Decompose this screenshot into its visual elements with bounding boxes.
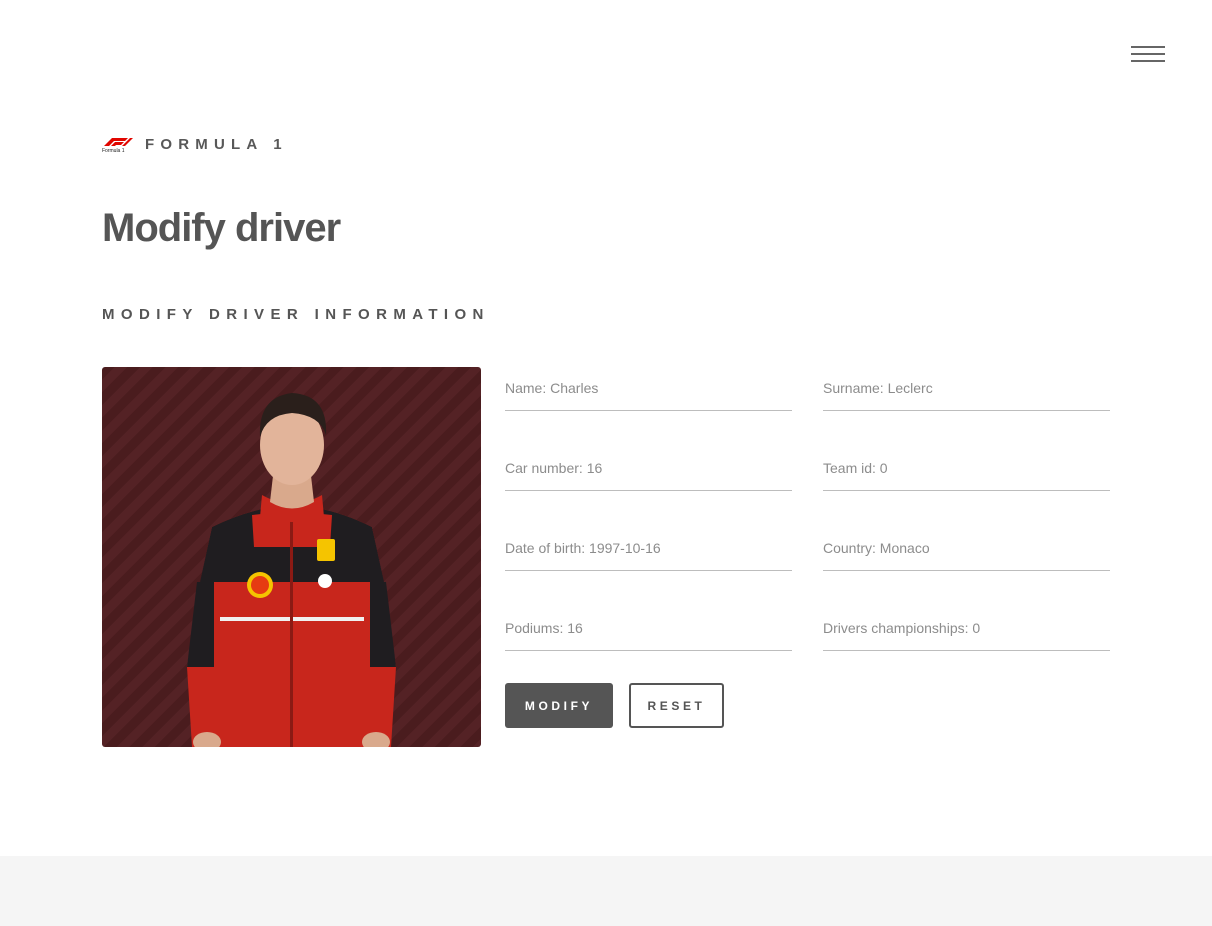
podiums-field-wrapper [505,607,792,651]
drivers-championships-input[interactable] [823,607,1110,647]
car-number-field-wrapper [505,447,792,491]
menu-icon[interactable] [1131,44,1165,66]
drivers-championships-field-wrapper [823,607,1110,651]
driver-photo [102,367,481,747]
podiums-input[interactable] [505,607,792,647]
menu-bar [1131,46,1165,48]
surname-input[interactable] [823,367,1110,407]
team-id-input[interactable] [823,447,1110,487]
surname-field-wrapper [823,367,1110,411]
page-title: Modify driver [102,206,341,250]
brand[interactable]: Formula 1 FORMULA 1 [102,133,288,155]
driver-portrait-icon [187,393,396,747]
f1-logo-icon: Formula 1 [102,135,134,154]
date-of-birth-field-wrapper [505,527,792,571]
reset-button[interactable]: RESET [629,683,724,728]
car-number-input[interactable] [505,447,792,487]
footer [0,856,1212,926]
menu-bar [1131,60,1165,62]
modify-button[interactable]: MODIFY [505,683,613,728]
menu-bar [1131,53,1165,55]
date-of-birth-input[interactable] [505,527,792,567]
name-field-wrapper [505,367,792,411]
brand-name: FORMULA 1 [145,135,288,153]
logo-text: Formula 1 [102,148,125,154]
country-field-wrapper [823,527,1110,571]
name-input[interactable] [505,367,792,407]
team-id-field-wrapper [823,447,1110,491]
country-input[interactable] [823,527,1110,567]
f1-logo-mark [104,138,133,146]
section-title: MODIFY DRIVER INFORMATION [102,306,490,323]
